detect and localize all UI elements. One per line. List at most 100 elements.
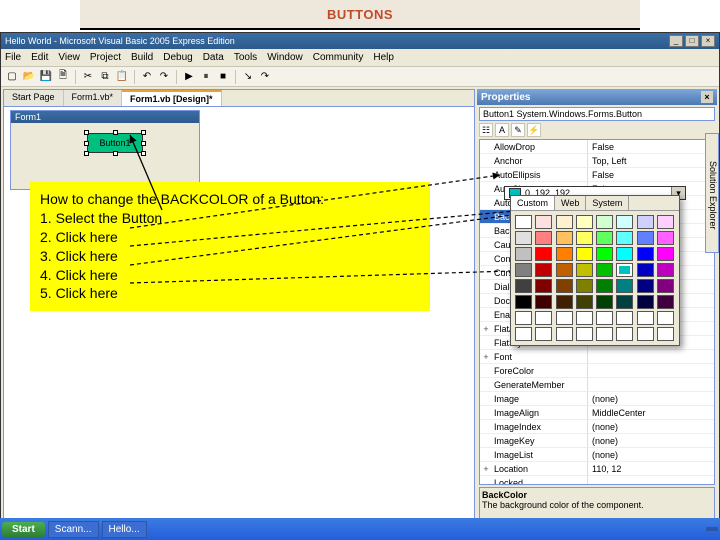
color-swatch[interactable] — [556, 215, 573, 229]
doc-tab[interactable]: Form1.vb* — [64, 90, 123, 106]
alphabetical-icon[interactable]: A — [495, 123, 509, 137]
resize-handle[interactable] — [84, 130, 89, 135]
color-swatch[interactable] — [596, 231, 613, 245]
menu-view[interactable]: View — [58, 52, 80, 63]
cut-icon[interactable]: ✂ — [81, 70, 95, 84]
color-swatch[interactable] — [576, 263, 593, 277]
color-swatch[interactable] — [556, 247, 573, 261]
property-row[interactable]: ImageKey(none) — [480, 434, 714, 448]
color-swatch[interactable] — [596, 311, 613, 325]
resize-handle[interactable] — [113, 151, 118, 156]
color-swatch[interactable] — [616, 295, 633, 309]
color-swatch[interactable] — [515, 247, 532, 261]
color-swatch[interactable] — [556, 311, 573, 325]
property-value[interactable]: (none) — [587, 434, 714, 447]
menu-build[interactable]: Build — [131, 52, 153, 63]
color-swatch[interactable] — [637, 231, 654, 245]
color-swatch[interactable] — [596, 279, 613, 293]
property-value[interactable] — [587, 364, 714, 377]
menu-window[interactable]: Window — [267, 52, 303, 63]
color-swatch[interactable] — [535, 311, 552, 325]
color-swatch[interactable] — [616, 263, 633, 277]
start-button[interactable]: Start — [2, 522, 45, 537]
color-swatch[interactable] — [515, 295, 532, 309]
color-tab-system[interactable]: System — [586, 196, 629, 210]
color-swatch[interactable] — [576, 279, 593, 293]
step-into-icon[interactable]: ↘ — [241, 70, 255, 84]
color-swatch[interactable] — [637, 327, 654, 341]
property-value[interactable]: False — [587, 140, 714, 153]
color-tab-custom[interactable]: Custom — [511, 196, 555, 210]
color-swatch[interactable] — [576, 311, 593, 325]
prop-page-icon[interactable]: ✎ — [511, 123, 525, 137]
property-row[interactable]: Locked — [480, 476, 714, 485]
color-swatch[interactable] — [657, 215, 674, 229]
color-swatch[interactable] — [657, 295, 674, 309]
menu-tools[interactable]: Tools — [234, 52, 257, 63]
taskbar-item[interactable]: Scann... — [48, 521, 99, 538]
color-swatch[interactable] — [515, 231, 532, 245]
resize-handle[interactable] — [113, 130, 118, 135]
solution-explorer-tab[interactable]: Solution Explorer — [705, 133, 719, 253]
color-swatch[interactable] — [535, 215, 552, 229]
color-swatch[interactable] — [616, 231, 633, 245]
doc-tab[interactable]: Start Page — [4, 90, 64, 106]
color-swatch[interactable] — [596, 327, 613, 341]
minimize-button[interactable]: _ — [669, 35, 683, 47]
property-row[interactable]: +Location110, 12 — [480, 462, 714, 476]
color-swatch[interactable] — [637, 247, 654, 261]
events-icon[interactable]: ⚡ — [527, 123, 541, 137]
resize-handle[interactable] — [141, 141, 146, 146]
color-swatch[interactable] — [515, 279, 532, 293]
color-swatch[interactable] — [535, 247, 552, 261]
color-swatch[interactable] — [515, 215, 532, 229]
resize-handle[interactable] — [84, 151, 89, 156]
color-swatch[interactable] — [657, 311, 674, 325]
color-swatch[interactable] — [576, 327, 593, 341]
color-swatch[interactable] — [515, 327, 532, 341]
save-icon[interactable]: 💾 — [39, 70, 53, 84]
menu-data[interactable]: Data — [203, 52, 224, 63]
color-swatch[interactable] — [556, 327, 573, 341]
property-row[interactable]: AnchorTop, Left — [480, 154, 714, 168]
color-swatch[interactable] — [637, 311, 654, 325]
close-button[interactable]: × — [701, 35, 715, 47]
color-swatch[interactable] — [616, 327, 633, 341]
color-swatch[interactable] — [556, 295, 573, 309]
pause-icon[interactable]: ⏸ — [199, 70, 213, 84]
color-swatch[interactable] — [596, 247, 613, 261]
taskbar-item[interactable]: Hello... — [102, 521, 147, 538]
button1[interactable]: Button1 — [87, 133, 143, 153]
undo-icon[interactable]: ↶ — [140, 70, 154, 84]
menu-edit[interactable]: Edit — [31, 52, 48, 63]
color-swatch[interactable] — [535, 327, 552, 341]
color-swatch[interactable] — [616, 215, 633, 229]
doc-tab[interactable]: Form1.vb [Design]* — [122, 90, 222, 106]
color-swatch[interactable] — [576, 231, 593, 245]
color-swatch[interactable] — [576, 215, 593, 229]
menu-help[interactable]: Help — [373, 52, 394, 63]
save-all-icon[interactable]: 🗎 — [56, 70, 70, 84]
property-row[interactable]: ImageIndex(none) — [480, 420, 714, 434]
property-row[interactable]: AllowDropFalse — [480, 140, 714, 154]
property-value[interactable]: (none) — [587, 448, 714, 461]
color-swatch[interactable] — [657, 263, 674, 277]
color-swatch[interactable] — [515, 263, 532, 277]
categorized-icon[interactable]: ☷ — [479, 123, 493, 137]
color-swatch[interactable] — [637, 295, 654, 309]
menu-debug[interactable]: Debug — [163, 52, 192, 63]
color-swatch[interactable] — [535, 263, 552, 277]
color-tab-web[interactable]: Web — [555, 196, 586, 210]
color-swatch[interactable] — [637, 279, 654, 293]
property-value[interactable] — [587, 350, 714, 363]
property-value[interactable]: Top, Left — [587, 154, 714, 167]
stop-icon[interactable]: ■ — [216, 70, 230, 84]
color-swatch[interactable] — [535, 231, 552, 245]
open-icon[interactable]: 📂 — [22, 70, 36, 84]
color-swatch[interactable] — [657, 327, 674, 341]
property-row[interactable]: ImageAlignMiddleCenter — [480, 406, 714, 420]
property-row[interactable]: AutoEllipsisFalse — [480, 168, 714, 182]
form-designer[interactable]: Form1 Button1 — [10, 110, 200, 190]
property-value[interactable]: False — [587, 168, 714, 181]
copy-icon[interactable]: ⧉ — [98, 70, 112, 84]
